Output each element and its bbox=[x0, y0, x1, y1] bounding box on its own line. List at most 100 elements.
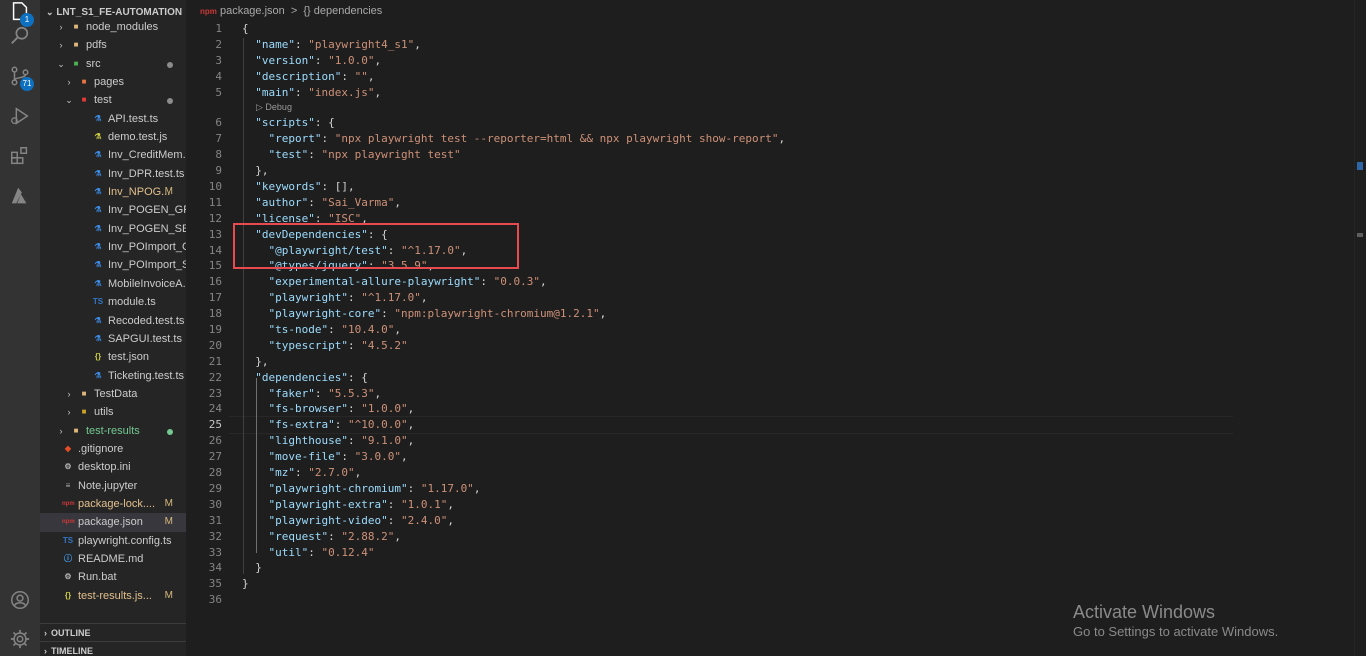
code-line[interactable]: 34 } bbox=[186, 560, 1226, 576]
tree-item[interactable]: ⚗ Ticketing.test.ts bbox=[40, 367, 186, 385]
code-line[interactable]: 6 "scripts": { bbox=[186, 115, 1226, 131]
tree-item[interactable]: ⚙ desktop.ini bbox=[40, 458, 186, 476]
code-line[interactable]: 24 "fs-browser": "1.0.0", bbox=[186, 401, 1226, 417]
code-text: "mz": "2.7.0", bbox=[242, 465, 362, 481]
folder-icon: ■ bbox=[73, 58, 79, 68]
tree-item[interactable]: ⚗ API.test.ts bbox=[40, 110, 186, 128]
json-punct: , bbox=[407, 402, 415, 416]
timeline-section[interactable]: › TIMELINE bbox=[40, 641, 186, 656]
tree-item[interactable]: ⚗ MobileInvoiceA... bbox=[40, 275, 186, 293]
code-line[interactable]: 9 }, bbox=[186, 163, 1226, 179]
code-line[interactable]: 16 "experimental-allure-playwright": "0.… bbox=[186, 274, 1226, 290]
azure-icon[interactable] bbox=[8, 184, 32, 208]
tree-item[interactable]: ⚗ Inv_POGEN_GR... bbox=[40, 201, 186, 219]
code-line[interactable]: 8 "test": "npx playwright test" bbox=[186, 147, 1226, 163]
tree-item[interactable]: ⚗ Inv_POImport_G... bbox=[40, 238, 186, 256]
json-punct: }, bbox=[242, 354, 269, 368]
code-line[interactable]: 2 "name": "playwright4_s1", bbox=[186, 37, 1226, 53]
json-punct: , bbox=[447, 513, 454, 527]
code-line[interactable]: 7 "report": "npx playwright test --repor… bbox=[186, 131, 1226, 147]
tree-item-label: Inv_POGEN_SES... bbox=[108, 222, 186, 235]
tree-item[interactable]: ≡ Note.jupyter bbox=[40, 477, 186, 495]
code-line[interactable]: 17 "playwright": "^1.17.0", bbox=[186, 290, 1226, 306]
code-line[interactable]: 27 "move-file": "3.0.0", bbox=[186, 449, 1226, 465]
code-line[interactable]: 22 "dependencies": { bbox=[186, 370, 1226, 386]
git-status-badge: M bbox=[164, 516, 173, 528]
code-line[interactable]: 32 "request": "2.88.2", bbox=[186, 529, 1226, 545]
tree-item[interactable]: ⚗ Inv_POImport_S... bbox=[40, 256, 186, 274]
code-line[interactable]: 25 "fs-extra": "^10.0.0", bbox=[186, 417, 1226, 433]
code-line[interactable]: 1{ bbox=[186, 21, 1226, 37]
tree-item[interactable]: npm package.json M bbox=[40, 513, 186, 532]
tree-item[interactable]: › ■ test-results bbox=[40, 422, 186, 440]
outline-section[interactable]: › OUTLINE bbox=[40, 623, 186, 642]
code-line[interactable]: 3 "version": "1.0.0", bbox=[186, 53, 1226, 69]
code-text: { bbox=[242, 21, 249, 37]
code-line[interactable]: 35} bbox=[186, 576, 1226, 592]
tree-item[interactable]: ⚗ Inv_NPOG... M bbox=[40, 183, 186, 201]
editor-area[interactable]: npm package.json > {} dependencies 1{2 "… bbox=[186, 0, 1366, 656]
search-icon[interactable] bbox=[8, 24, 32, 48]
tree-item[interactable]: ⚙ Run.bat bbox=[40, 568, 186, 586]
code-line[interactable]: 29 "playwright-chromium": "1.17.0", bbox=[186, 481, 1226, 497]
code-line[interactable]: 4 "description": "", bbox=[186, 69, 1226, 85]
code-line[interactable]: 23 "faker": "5.5.3", bbox=[186, 386, 1226, 402]
tree-item[interactable]: › ■ pdfs bbox=[40, 36, 186, 54]
account-icon[interactable] bbox=[8, 588, 32, 612]
tree-item-label: MobileInvoiceA... bbox=[108, 277, 186, 290]
file-icon: ⚗ bbox=[94, 242, 102, 252]
source-control-icon[interactable]: 71 bbox=[8, 64, 34, 91]
code-line[interactable]: 31 "playwright-video": "2.4.0", bbox=[186, 513, 1226, 529]
code-line[interactable]: 33 "util": "0.12.4" bbox=[186, 545, 1226, 561]
chevron-down-icon: ⌄ bbox=[65, 95, 73, 106]
tree-item[interactable]: ⌄ ■ test bbox=[40, 91, 186, 109]
code-line[interactable]: 18 "playwright-core": "npm:playwright-ch… bbox=[186, 306, 1226, 322]
chevron-right-icon: › bbox=[67, 407, 71, 418]
settings-gear-icon[interactable] bbox=[8, 627, 32, 651]
editor-scrollbar[interactable] bbox=[1354, 0, 1366, 656]
code-line[interactable]: 28 "mz": "2.7.0", bbox=[186, 465, 1226, 481]
line-number: 31 bbox=[208, 513, 222, 527]
code-line[interactable]: 19 "ts-node": "10.4.0", bbox=[186, 322, 1226, 338]
code-line[interactable]: 30 "playwright-extra": "1.0.1", bbox=[186, 497, 1226, 513]
json-key: "fs-browser" bbox=[268, 402, 348, 416]
debug-codelens[interactable]: ▷ Debug bbox=[256, 100, 292, 115]
tree-item[interactable]: TS module.ts bbox=[40, 293, 186, 311]
tree-item[interactable]: ⚗ Inv_POGEN_SES... bbox=[40, 220, 186, 238]
line-number: 25 bbox=[208, 418, 222, 432]
breadcrumb-file[interactable]: package.json bbox=[220, 5, 285, 17]
json-punct: : bbox=[314, 53, 329, 67]
code-line[interactable]: 36 bbox=[186, 592, 1226, 608]
tree-item[interactable]: › ■ pages bbox=[40, 73, 186, 91]
code-line[interactable]: 11 "author": "Sai_Varma", bbox=[186, 195, 1226, 211]
file-icon: ⚗ bbox=[94, 150, 102, 160]
code-line[interactable]: 5 "main": "index.js", bbox=[186, 85, 1226, 101]
extensions-icon[interactable] bbox=[8, 144, 32, 168]
tree-item[interactable]: ◆ .gitignore bbox=[40, 440, 186, 458]
code-line[interactable]: 10 "keywords": [], bbox=[186, 179, 1226, 195]
tree-item[interactable]: ⚗ Inv_CreditMem... bbox=[40, 146, 186, 164]
tree-item[interactable]: TS playwright.config.ts bbox=[40, 532, 186, 550]
explorer-icon[interactable]: 1 bbox=[8, 0, 34, 27]
tree-item[interactable]: › ■ utils bbox=[40, 403, 186, 421]
tree-item[interactable]: › ■ node_modules bbox=[40, 18, 186, 36]
tree-item[interactable]: ⚗ SAPGUI.test.ts bbox=[40, 330, 186, 348]
tree-item[interactable]: ⚗ Recoded.test.ts bbox=[40, 312, 186, 330]
run-debug-icon[interactable] bbox=[8, 104, 32, 128]
tree-item[interactable]: › ■ TestData bbox=[40, 385, 186, 403]
code-line[interactable]: 20 "typescript": "4.5.2" bbox=[186, 338, 1226, 354]
tree-item[interactable]: ⚗ Inv_DPR.test.ts bbox=[40, 165, 186, 183]
tree-item[interactable]: ⓘ README.md bbox=[40, 550, 186, 568]
tree-item[interactable]: {} test.json bbox=[40, 348, 186, 366]
code-lines[interactable]: 1{2 "name": "playwright4_s1", 3 "version"… bbox=[186, 21, 1226, 608]
code-text: }, bbox=[242, 354, 269, 370]
tree-item[interactable]: ⌄ ■ src bbox=[40, 55, 186, 73]
code-line[interactable]: 26 "lighthouse": "9.1.0", bbox=[186, 433, 1226, 449]
tree-item[interactable]: npm package-lock.... M bbox=[40, 495, 186, 513]
code-line[interactable]: 21 }, bbox=[186, 354, 1226, 370]
json-punct: , bbox=[394, 195, 401, 209]
tree-item[interactable]: {} test-results.js... M bbox=[40, 587, 186, 605]
json-key: "util" bbox=[268, 545, 309, 559]
tree-item[interactable]: ⚗ demo.test.js bbox=[40, 128, 186, 146]
breadcrumb-section[interactable]: dependencies bbox=[314, 5, 383, 17]
